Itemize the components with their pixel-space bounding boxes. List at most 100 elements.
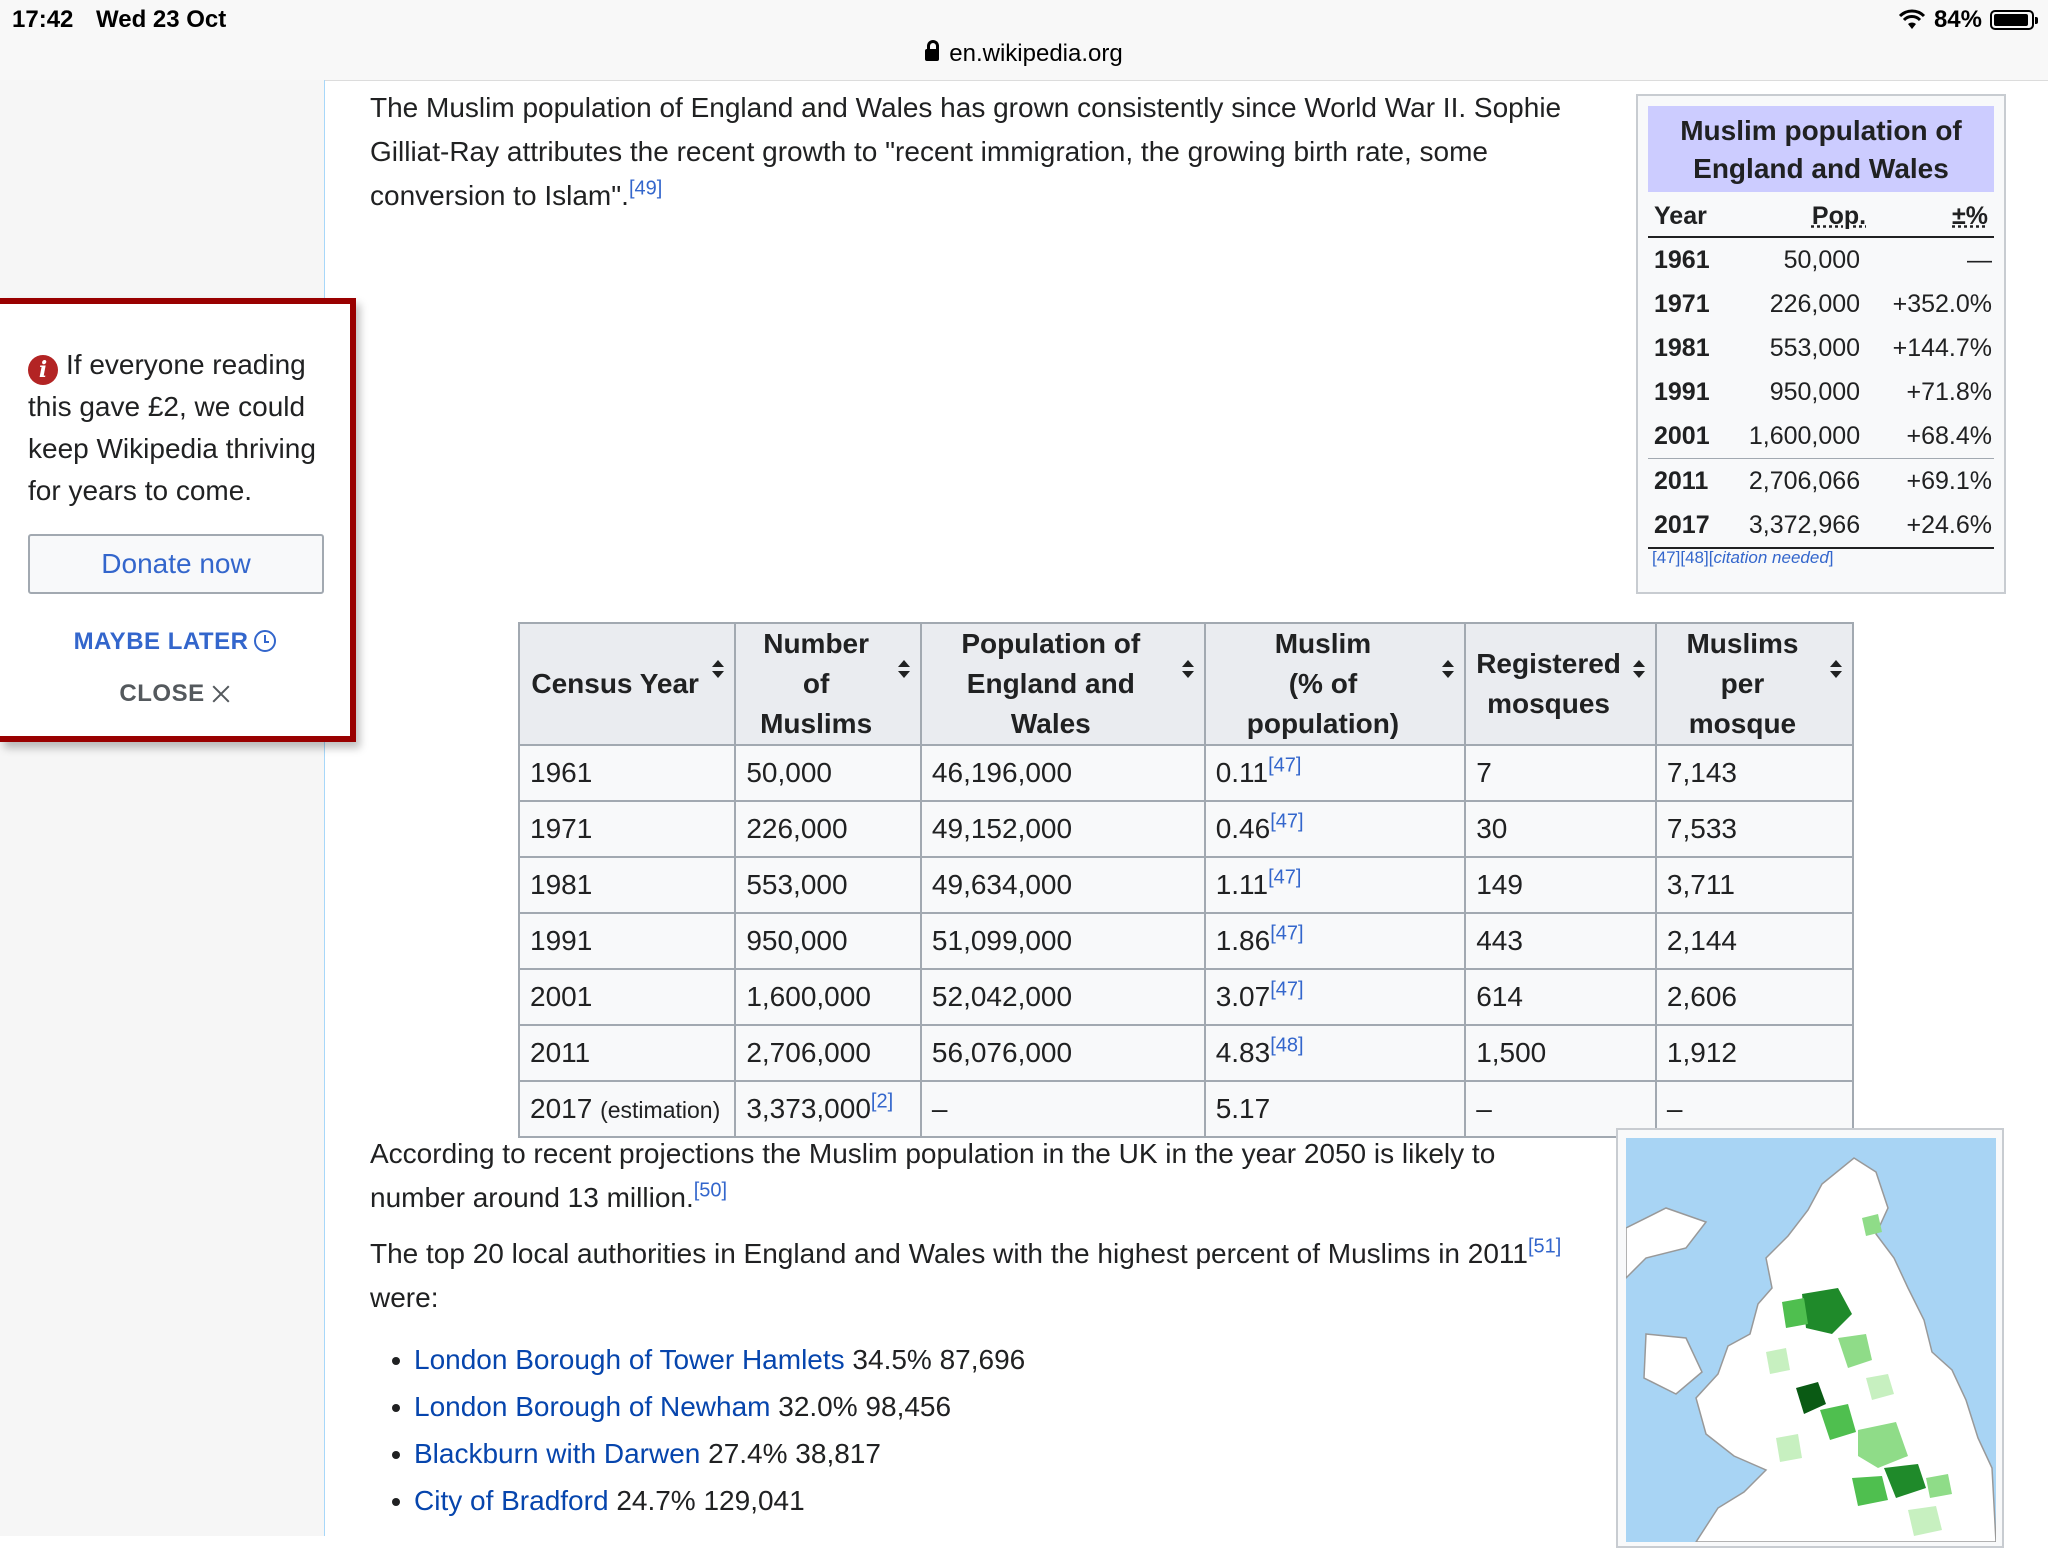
table-row: 1981 553,000 49,634,000 1.11[47] 149 3,711 bbox=[517, 856, 1855, 914]
infobox-pop: 3,372,966 bbox=[1724, 503, 1873, 549]
cell-muslims: 2,706,000 bbox=[734, 1024, 922, 1082]
cell-population: 56,076,000 bbox=[919, 1024, 1206, 1082]
cell-muslims: 553,000 bbox=[734, 856, 922, 914]
header-registered-mosques[interactable]: Registered mosques bbox=[1464, 622, 1657, 746]
header-muslims-per-mosque[interactable]: Muslims per mosque bbox=[1654, 622, 1855, 746]
infobox-change: +71.8% bbox=[1906, 377, 1993, 406]
infobox-year: 2001 bbox=[1654, 421, 1710, 450]
citation-51[interactable]: [51] bbox=[1528, 1236, 1561, 1258]
address-url: en.wikipedia.org bbox=[949, 40, 1123, 67]
citation-link[interactable]: [47] bbox=[1270, 979, 1303, 1001]
infobox-year: 1981 bbox=[1654, 333, 1710, 362]
citation-link[interactable]: [47] bbox=[1268, 867, 1301, 889]
cell-percent: 1.86[47] bbox=[1203, 912, 1467, 970]
authority-link[interactable]: City of Bradford bbox=[414, 1485, 609, 1516]
table-row: 1991 950,000 51,099,000 1.86[47] 443 2,144 bbox=[517, 912, 1855, 970]
sort-icon bbox=[1442, 660, 1455, 680]
year-value: 1971 bbox=[530, 813, 593, 844]
year-value: 1961 bbox=[530, 757, 593, 788]
infobox-year: 2011 bbox=[1648, 458, 1725, 503]
citation-49[interactable]: [49] bbox=[629, 178, 662, 200]
cell-year: 1981 bbox=[517, 856, 737, 914]
muslims-value: 50,000 bbox=[746, 757, 832, 788]
citation-link[interactable]: [48] bbox=[1270, 1035, 1303, 1057]
cell-percent: 3.07[47] bbox=[1203, 968, 1467, 1026]
address-bar[interactable]: en.wikipedia.org bbox=[0, 40, 2048, 68]
lock-icon bbox=[925, 40, 940, 61]
cell-muslims: 3,373,000[2] bbox=[734, 1080, 922, 1138]
list-item: London Borough of Tower Hamlets 34.5% 87… bbox=[384, 1336, 1025, 1383]
header-population[interactable]: Population of England and Wales bbox=[919, 622, 1206, 746]
infobox-pop: 50,000 bbox=[1783, 245, 1861, 274]
percent-value: 4.83 bbox=[1215, 1037, 1271, 1068]
cell-population: 52,042,000 bbox=[919, 968, 1206, 1026]
donation-banner: i If everyone reading this gave £2, we co… bbox=[0, 298, 356, 742]
citation-link[interactable]: [47] bbox=[1270, 811, 1303, 833]
map-thumbnail[interactable] bbox=[1616, 1128, 2004, 1548]
header-label-line2: (% of population) bbox=[1246, 668, 1400, 739]
list-item: City of Bradford 24.7% 129,041 bbox=[384, 1477, 1025, 1524]
authority-link[interactable]: London Borough of Tower Hamlets bbox=[414, 1344, 845, 1375]
cell-percent: 4.83[48] bbox=[1203, 1024, 1467, 1082]
percent-value: 3.07 bbox=[1215, 981, 1271, 1012]
sort-icon bbox=[1181, 660, 1194, 680]
infobox-change: +68.4% bbox=[1906, 421, 1993, 450]
header-label: Number bbox=[763, 628, 870, 659]
infobox-header-row: Year Pop. ±% bbox=[1648, 196, 1994, 238]
infobox-header-change[interactable]: ±% bbox=[1872, 196, 1994, 238]
header-number-of-muslims[interactable]: Number of Muslims bbox=[734, 622, 922, 746]
authority-stats: 32.0% 98,456 bbox=[778, 1391, 952, 1422]
article-paragraph-2: According to recent projections the Musl… bbox=[370, 1132, 1590, 1220]
citation-47[interactable]: [47] bbox=[1652, 548, 1680, 567]
cell-population: – bbox=[919, 1080, 1206, 1138]
cell-year: 1971 bbox=[517, 800, 737, 858]
citation-link[interactable]: [47] bbox=[1270, 923, 1303, 945]
infobox-change: +144.7% bbox=[1892, 333, 1992, 362]
header-label: Registered bbox=[1476, 648, 1621, 679]
header-muslim-percent[interactable]: Muslim (% of population) bbox=[1203, 622, 1467, 746]
year-value: 2011 bbox=[530, 1037, 591, 1068]
cell-percent: 1.11[47] bbox=[1203, 856, 1467, 914]
maybe-later-button[interactable]: MAYBE LATER bbox=[0, 628, 350, 656]
cell-per-mosque: 2,606 bbox=[1654, 968, 1855, 1026]
donate-now-button[interactable]: Donate now bbox=[28, 534, 324, 594]
muslims-value: 2,706,000 bbox=[746, 1037, 871, 1068]
header-census-year[interactable]: Census Year bbox=[517, 622, 737, 746]
year-value: 1991 bbox=[530, 925, 593, 956]
sort-icon bbox=[1632, 660, 1645, 680]
cell-population: 51,099,000 bbox=[919, 912, 1206, 970]
cell-percent: 0.11[47] bbox=[1203, 744, 1467, 802]
citation-needed-link[interactable]: citation needed bbox=[1713, 548, 1828, 567]
citation-link[interactable]: [2] bbox=[871, 1091, 893, 1113]
muslims-value: 226,000 bbox=[746, 813, 848, 844]
infobox-row: 2001 1,600,000 +68.4% bbox=[1648, 414, 1994, 459]
cell-mosques: 443 bbox=[1464, 912, 1657, 970]
authority-link[interactable]: Blackburn with Darwen bbox=[414, 1438, 700, 1469]
citation-link[interactable]: [47] bbox=[1268, 755, 1301, 777]
citation-bracket-close: ] bbox=[1828, 548, 1834, 567]
authority-link[interactable]: London Borough of Newham bbox=[414, 1391, 770, 1422]
header-label: Population of bbox=[961, 628, 1141, 659]
cell-year: 2001 bbox=[517, 968, 737, 1026]
clock-icon bbox=[254, 630, 277, 652]
cell-percent: 5.17 bbox=[1203, 1080, 1467, 1138]
cell-per-mosque: 7,143 bbox=[1654, 744, 1855, 802]
map-region bbox=[1926, 1474, 1952, 1498]
muslims-value: 950,000 bbox=[746, 925, 848, 956]
close-banner-button[interactable]: CLOSE bbox=[0, 680, 350, 708]
infobox-header-year: Year bbox=[1648, 196, 1725, 238]
cell-muslims: 226,000 bbox=[734, 800, 922, 858]
info-icon: i bbox=[28, 355, 58, 385]
year-note: (estimation) bbox=[600, 1097, 721, 1123]
infobox-row: 1971 226,000 +352.0% bbox=[1648, 282, 1994, 326]
battery-percent: 84% bbox=[1933, 6, 1982, 33]
authority-stats: 24.7% 129,041 bbox=[616, 1485, 805, 1516]
banner-message-text: If everyone reading this gave £2, we cou… bbox=[28, 349, 316, 506]
muslims-value: 553,000 bbox=[746, 869, 848, 900]
citation-50[interactable]: [50] bbox=[694, 1180, 727, 1202]
infobox-header-pop[interactable]: Pop. bbox=[1724, 196, 1873, 238]
header-label: Census Year bbox=[531, 668, 699, 699]
wifi-icon bbox=[1898, 9, 1926, 29]
citation-48[interactable]: [48] bbox=[1680, 548, 1708, 567]
header-label-line2: of Muslims bbox=[760, 668, 873, 739]
